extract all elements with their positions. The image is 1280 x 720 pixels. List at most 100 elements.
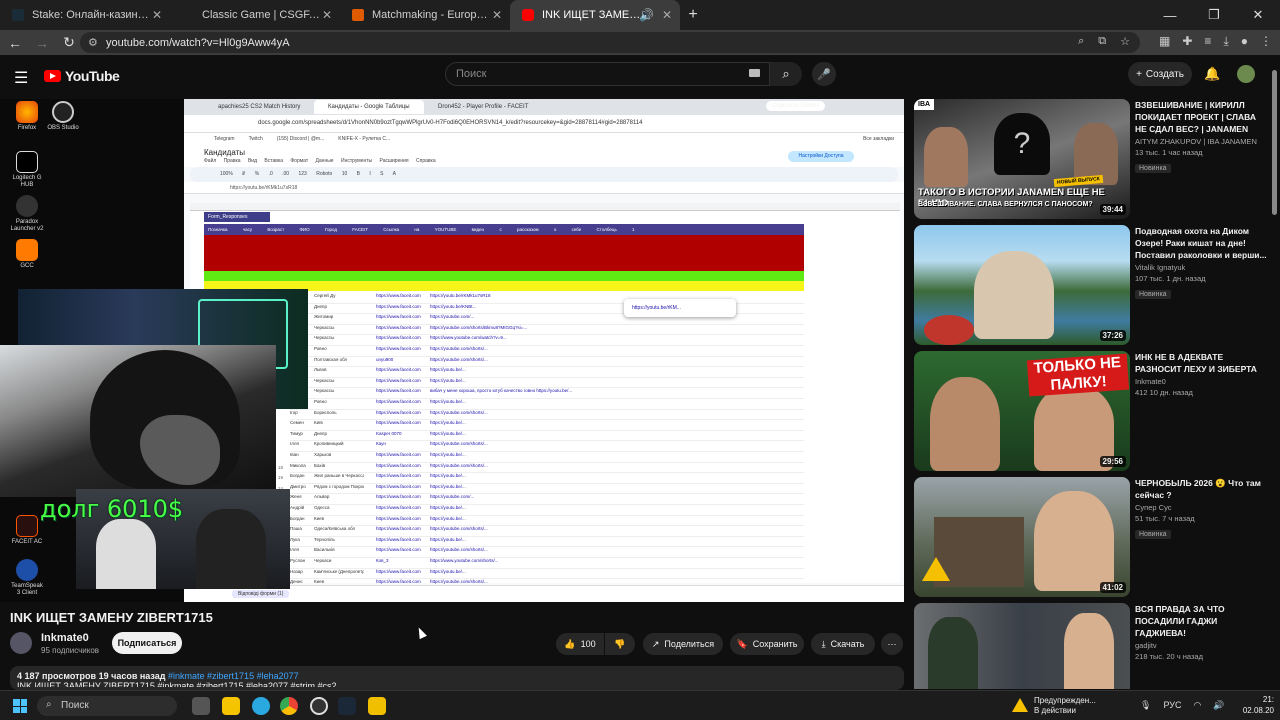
bell-icon[interactable]: 🔔 <box>1204 66 1220 82</box>
reload-icon[interactable]: ↻ <box>57 34 81 51</box>
site-info-icon[interactable]: ⚙ <box>88 36 98 49</box>
table-row[interactable]: Богдан Жил раньше в Черкассах https://www.… <box>290 473 804 484</box>
row-cell-b: Черкассы <box>314 388 335 394</box>
table-row[interactable]: Назар Кам'янське (Днепропетровская обл) ht… <box>290 569 804 580</box>
wifi-icon[interactable]: ◠ <box>1193 700 1201 711</box>
bookmark-star-icon[interactable]: ☆ <box>1120 35 1130 48</box>
recommendation-item[interactable]: 37:26 Подводная охота на Диком Озере! Ра… <box>914 225 1270 349</box>
table-row[interactable]: ТихонЧеркассыhttps://www.faceit.comhttps… <box>290 335 804 346</box>
table-row[interactable]: Лука Тернопіль https://www.faceit.com https… <box>290 537 804 548</box>
profile-icon[interactable]: ● <box>1241 34 1248 49</box>
close-tab-icon[interactable]: ✕ <box>152 8 162 22</box>
taskbar-search[interactable]: ⌕ Поиск <box>37 696 177 716</box>
table-row[interactable]: ВладПолтавская облunyu900https://youtube… <box>290 357 804 368</box>
youtube-logo[interactable]: YouTube <box>44 68 120 84</box>
close-tab-icon[interactable]: ✕ <box>492 8 502 22</box>
account-avatar[interactable] <box>1237 65 1255 83</box>
warning-icon <box>1012 698 1028 712</box>
subscribe-button[interactable]: Подписаться <box>112 632 182 654</box>
browser-tab-youtube[interactable]: INK ИЩЕТ ЗАМЕНУ ZIBERT🔊✕ <box>510 0 680 30</box>
table-row[interactable]: Тимур Днепр Kasper 0070 https://youtu.be/..… <box>290 431 804 442</box>
browser-tab-matchmaking[interactable]: Matchmaking - Europe 5v5 Qu✕ <box>340 0 510 30</box>
new-tab-button[interactable]: + <box>680 0 706 30</box>
table-row[interactable]: АртурЧеркассыhttps://www.faceit.comhttps… <box>290 378 804 389</box>
table-row[interactable]: Ілля Кропивницкий Каун https://youtube.com/… <box>290 441 804 452</box>
recommendation-thumbnail: IBA ? НОВЫЙ ВЫПУСК ТАКОГО В ИСТОРИИ JANA… <box>914 99 1130 219</box>
close-tab-icon[interactable]: ✕ <box>322 8 332 22</box>
maximize-icon[interactable]: ❐ <box>1192 0 1236 30</box>
table-row[interactable]: Андрій Одесса https://www.faceit.com https:… <box>290 505 804 516</box>
description-box[interactable]: 4 187 просмотров 19 часов назад #inkmate… <box>10 666 904 690</box>
table-row[interactable]: Руслан Черкаси Ков_3 https://www.youtube.co… <box>290 558 804 569</box>
task-view-icon[interactable] <box>192 697 210 715</box>
forward-icon[interactable]: → <box>30 35 54 51</box>
video-player[interactable]: Firefox OBS Studio Logitech G HUB Parado… <box>0 99 904 602</box>
table-row[interactable]: Іван Харьков https://www.faceit.com https:/… <box>290 452 804 463</box>
dislike-button[interactable]: 👎 <box>605 633 635 655</box>
channel-name[interactable]: Inkmate0 <box>41 632 89 644</box>
voice-search-button[interactable]: 🎤 <box>812 62 836 86</box>
close-tab-icon[interactable]: ✕ <box>662 8 672 22</box>
recommendation-item[interactable]: IBA ? НОВЫЙ ВЫПУСК ТАКОГО В ИСТОРИИ JANA… <box>914 99 1270 223</box>
menu-hamburger-icon[interactable]: ☰ <box>14 68 28 88</box>
minimize-icon[interactable]: — <box>1148 0 1192 30</box>
table-row[interactable]: Микола Бахів https://www.faceit.com https:/… <box>290 463 804 474</box>
table-row[interactable]: ДанилЧеркассыhttps://www.faceit.comвибач… <box>290 388 804 399</box>
close-window-icon[interactable]: ✕ <box>1236 0 1280 30</box>
table-row[interactable]: НазарРовноhttps://www.faceit.comhttps://… <box>290 399 804 410</box>
row-cell-c: https://www.faceit.com <box>376 526 421 532</box>
search-button[interactable]: ⌕ <box>770 62 802 86</box>
steam-icon[interactable] <box>338 697 356 715</box>
recommendation-item[interactable]: 41:02 ЧЕРНОБЫЛЬ 2026 😮 Что там сейчас ? … <box>914 477 1270 601</box>
table-row[interactable]: Ігор Борисполь https://www.faceit.com https… <box>290 410 804 421</box>
table-row[interactable]: Женя Альвар https://www.faceit.com https://… <box>290 494 804 505</box>
keyboard-icon[interactable] <box>749 69 760 77</box>
url-field[interactable]: ⚙ youtube.com/watch?v=Hl0g9Aww4yA <box>80 32 1140 53</box>
channel-avatar[interactable] <box>10 632 32 654</box>
telegram-icon[interactable] <box>252 697 270 715</box>
table-row[interactable]: Дмитро Рядом с городом Покров https://www.… <box>290 484 804 495</box>
install-icon[interactable]: ⧉ <box>1098 35 1106 48</box>
cs2-icon[interactable] <box>368 697 386 715</box>
windows-start-icon[interactable] <box>13 699 27 713</box>
more-actions-button[interactable]: ⋯ <box>881 633 903 655</box>
zoom-icon[interactable]: ⌕ <box>1078 35 1084 48</box>
row-cell-d: https://youtube.com/shorts/... <box>430 526 488 532</box>
person <box>974 251 1054 339</box>
media-icon[interactable]: ≡ <box>1204 34 1211 49</box>
like-button[interactable]: 👍 100 <box>556 633 604 655</box>
warning-notification[interactable]: Предупрежден... В действии <box>1012 696 1096 716</box>
mic-tray-icon[interactable]: 🎙 <box>1140 700 1151 711</box>
save-button[interactable]: 🔖 Сохранить <box>730 633 804 655</box>
obs-taskbar-icon[interactable] <box>310 697 328 715</box>
row-cell-b: Васильків <box>314 547 335 553</box>
back-icon[interactable]: ← <box>3 35 27 51</box>
browser-tab-csgf[interactable]: Classic Game | CSGF.CC ✕ <box>170 0 340 30</box>
table-row[interactable]: ИванЧеркассыhttps://www.faceit.comhttps:… <box>290 325 804 336</box>
person <box>1034 491 1114 591</box>
table-row[interactable]: Ілля Васильків https://www.faceit.com https… <box>290 547 804 558</box>
taskbar-clock[interactable]: 21: 02.08.20 <box>1228 694 1274 716</box>
create-button[interactable]: + Создать <box>1128 62 1192 86</box>
speaker-icon[interactable]: 🔊 <box>639 8 654 22</box>
browser-tab-stake[interactable]: Stake: Онлайн-казино и ставк✕ <box>0 0 170 30</box>
puzzle-icon[interactable]: ✚ <box>1182 34 1192 49</box>
chrome-icon[interactable] <box>280 697 298 715</box>
table-row[interactable]: АртёмРовноhttps://www.faceit.comhttps://… <box>290 346 804 357</box>
download-button[interactable]: ⤓ Скачать <box>811 633 875 655</box>
volume-icon[interactable]: 🔊 <box>1213 700 1224 711</box>
share-button[interactable]: ↗ Поделиться <box>643 633 723 655</box>
table-row[interactable]: Паша Одеса/Київська обл https://www.faceit… <box>290 526 804 537</box>
search-input[interactable]: Поиск <box>445 62 770 86</box>
windows-taskbar: ⌕ Поиск Предупрежден... В действии 🎙 РУС … <box>0 690 1280 720</box>
download-icon[interactable]: ⤓ <box>1223 34 1228 49</box>
extension-icon[interactable]: ▦ <box>1159 34 1170 49</box>
recommendation-item[interactable]: ТОЛЬКО НЕ ПАЛКУ! 29:56 ИНК НЕ В АДЕКВАТЕ… <box>914 351 1270 475</box>
file-explorer-icon[interactable] <box>222 697 240 715</box>
table-row[interactable]: Семен Київ https://www.faceit.com https://y… <box>290 420 804 431</box>
recommendation-item[interactable]: ВСЯ ПРАВДА ЗА ЧТО ПОСАДИЛИ ГАДЖИ ГАДЖИЕВ… <box>914 603 1270 689</box>
table-row[interactable]: Богдан Киев https://www.faceit.com https://… <box>290 516 804 527</box>
table-row[interactable]: РоманЛьвовhttps://www.faceit.comhttps://… <box>290 367 804 378</box>
page-scrollbar[interactable] <box>1272 70 1277 215</box>
menu-icon[interactable]: ⋮ <box>1260 34 1272 49</box>
